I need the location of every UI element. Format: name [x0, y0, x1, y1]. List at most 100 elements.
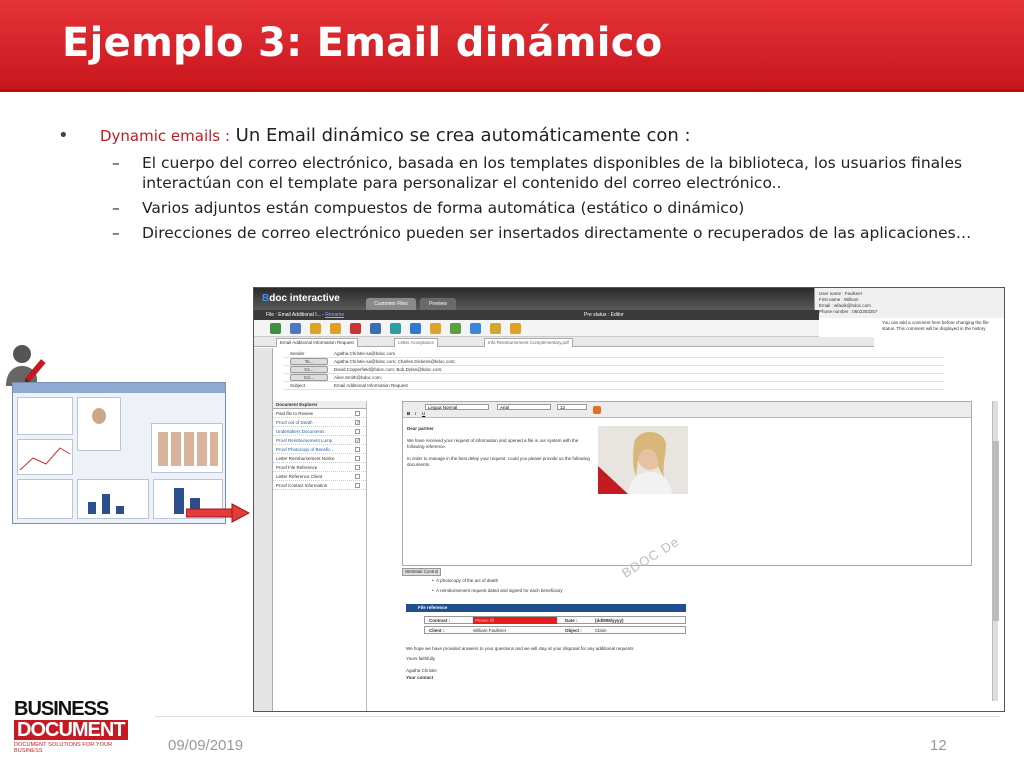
form-row-contract: Contract : Please fill Date : (dd/MM/yyy… — [424, 616, 686, 624]
email-body[interactable]: Dear partner We have received your reque… — [407, 426, 592, 496]
title-bar: Ejemplo 3: Email dinámico — [0, 0, 1024, 92]
explorer-item[interactable]: Letter Reference Client — [273, 472, 366, 481]
sender-row: Sender Agatha.Christie-sa@bdoc.com — [284, 350, 944, 358]
document-icon[interactable] — [290, 323, 301, 334]
export-icon[interactable] — [510, 323, 521, 334]
save-icon[interactable] — [270, 323, 281, 334]
to-row: To... Agatha.Christie-sa@bdoc.com; Charle… — [284, 358, 944, 366]
sub-bullet-text: Varios adjuntos están compuestos de form… — [142, 199, 745, 217]
tag-icon[interactable] — [490, 323, 501, 334]
dash-icon: – — [112, 199, 120, 217]
closing-text: We hope we have provided answers to your… — [406, 646, 634, 651]
tab-info-reimbursement[interactable]: Info Reimbursement Complementary.pdf — [484, 338, 573, 347]
footer-divider — [155, 716, 1000, 717]
user-info-panel: User name : Faulkner First name : Willia… — [814, 288, 1004, 318]
explorer-item[interactable]: Undertakers Documents — [273, 427, 366, 436]
cc-button[interactable]: Cc... — [290, 366, 328, 373]
style-select[interactable]: Lingua Normal — [425, 404, 489, 410]
send-icon[interactable] — [410, 323, 421, 334]
underline-icon[interactable]: U — [422, 411, 425, 416]
explorer-title: Document Explorer — [273, 401, 366, 409]
dash-icon: – — [112, 224, 120, 242]
bullet-dot-icon: • — [58, 125, 69, 146]
sub-bullet-text: El cuerpo del correo electrónico, basada… — [142, 154, 963, 192]
page-number: 12 — [930, 737, 947, 754]
tab-preview[interactable]: Preview — [420, 298, 456, 310]
tab-letter-acceptance[interactable]: Letter Acceptance — [394, 338, 439, 347]
bullet-main-text: Un Email dinámico se crea automáticament… — [229, 125, 691, 146]
envelope-icon[interactable] — [430, 323, 441, 334]
explorer-item[interactable]: Proof Reimbursement Lump ✓ — [273, 436, 366, 445]
checkbox-icon[interactable] — [355, 483, 360, 488]
folder-open-icon[interactable] — [330, 323, 341, 334]
checked-checkbox-icon[interactable]: ✓ — [355, 438, 360, 444]
bdoc-app-window: Bdoc interactive Customer Files Preview … — [253, 287, 1005, 712]
explorer-item[interactable]: Letter Reimbursement Notice — [273, 454, 366, 463]
status-comment[interactable]: You can add a comment here before changi… — [882, 320, 992, 340]
checkbox-icon[interactable] — [355, 474, 360, 479]
explorer-item[interactable]: Proof Contact Information — [273, 481, 366, 490]
contract-input[interactable]: Please fill — [473, 617, 557, 624]
file-bar: File : Email Additional I... - Rename Pr… — [254, 310, 819, 320]
tab-email-additional[interactable]: Email Additional Information Request — [276, 338, 358, 347]
editor-scrollbar[interactable] — [992, 401, 999, 701]
bcc-button[interactable]: Cci... — [290, 374, 328, 381]
editor-toolbar: Lingua Normal Arial 12 B I U — [403, 402, 971, 418]
checked-checkbox-icon[interactable]: ✓ — [355, 420, 360, 426]
refresh-icon[interactable] — [470, 323, 481, 334]
size-select[interactable]: 12 — [557, 404, 587, 410]
red-arrow-icon — [186, 503, 250, 523]
client-input[interactable]: William Faulkner — [473, 627, 506, 634]
grid-icon[interactable] — [390, 323, 401, 334]
explorer-item-label: Proof Contact Information — [276, 483, 328, 488]
bold-icon[interactable]: B — [407, 411, 410, 416]
checkbox-icon[interactable] — [355, 447, 360, 452]
italic-icon[interactable]: I — [415, 411, 416, 416]
sub-bullet-text: Direcciones de correo electrónico pueden… — [142, 224, 972, 242]
explorer-item[interactable]: Proof File Reference — [273, 463, 366, 472]
dash-icon: – — [112, 154, 120, 172]
tab-customer-files[interactable]: Customer Files — [366, 298, 416, 310]
sub-bullet: – Direcciones de correo electrónico pued… — [58, 223, 998, 243]
editor-mode-tab[interactable]: WebMail Control — [402, 568, 442, 576]
regards-text: Yours faithfully — [406, 656, 436, 661]
pdf-icon[interactable] — [350, 323, 361, 334]
thumbnail-panel — [77, 397, 121, 451]
checkbox-icon[interactable] — [355, 411, 360, 416]
font-select[interactable]: Arial — [497, 404, 551, 410]
attach-icon[interactable] — [450, 323, 461, 334]
bcc-row: Cci... Alice.Smith@bdoc.com; — [284, 374, 944, 382]
process-status: Pre status : Editor — [584, 312, 624, 318]
print-icon[interactable] — [370, 323, 381, 334]
color-icon[interactable] — [593, 406, 601, 414]
object-select[interactable]: Claim — [595, 627, 607, 634]
address-fields: Sender Agatha.Christie-sa@bdoc.com To... A… — [284, 350, 944, 390]
checkbox-icon[interactable] — [355, 429, 360, 434]
explorer-item[interactable]: Proof Photocopy of Benefic... — [273, 445, 366, 454]
explorer-item-label: Undertakers Documents — [276, 429, 325, 434]
date-input[interactable]: (dd/MM/yyyy) — [595, 617, 624, 624]
document-explorer: Document Explorer Paid file to Review Pro… — [273, 401, 367, 711]
sub-bullet: – Varios adjuntos están compuestos de fo… — [58, 198, 998, 218]
file-reference-bar: File reference — [406, 604, 686, 612]
rename-link[interactable]: Rename — [325, 312, 344, 318]
explorer-item-label: Proof Photocopy of Benefic... — [276, 447, 335, 452]
bullet-main: • Dynamic emails : Un Email dinámico se … — [58, 124, 998, 148]
thumbnail-panel — [17, 479, 73, 519]
thumbnail-panel — [17, 439, 73, 475]
thumbnail-panel — [151, 423, 223, 473]
checkbox-icon[interactable] — [355, 456, 360, 461]
explorer-item-label: Proof out of Death — [276, 420, 313, 425]
checkbox-icon[interactable] — [355, 465, 360, 470]
explorer-item[interactable]: Proof out of Death ✓ — [273, 418, 366, 427]
subject-row: Subject Email Additional Information Requ… — [284, 382, 944, 390]
business-document-logo: BUSINESS DOCUMENT DOCUMENT SOLUTIONS FOR… — [14, 699, 129, 755]
folder-icon[interactable] — [310, 323, 321, 334]
bullet-accent-text: Dynamic emails : — [100, 127, 230, 145]
slide-title: Ejemplo 3: Email dinámico — [62, 20, 663, 66]
cc-row: Cc... David.Copperfield@bdoc.com; Bob.Dyl… — [284, 366, 944, 374]
explorer-item[interactable]: Paid file to Review — [273, 409, 366, 418]
scroll-thumb[interactable] — [993, 441, 999, 621]
explorer-item-label: Proof Reimbursement Lump — [276, 438, 333, 443]
to-button[interactable]: To... — [290, 358, 328, 365]
